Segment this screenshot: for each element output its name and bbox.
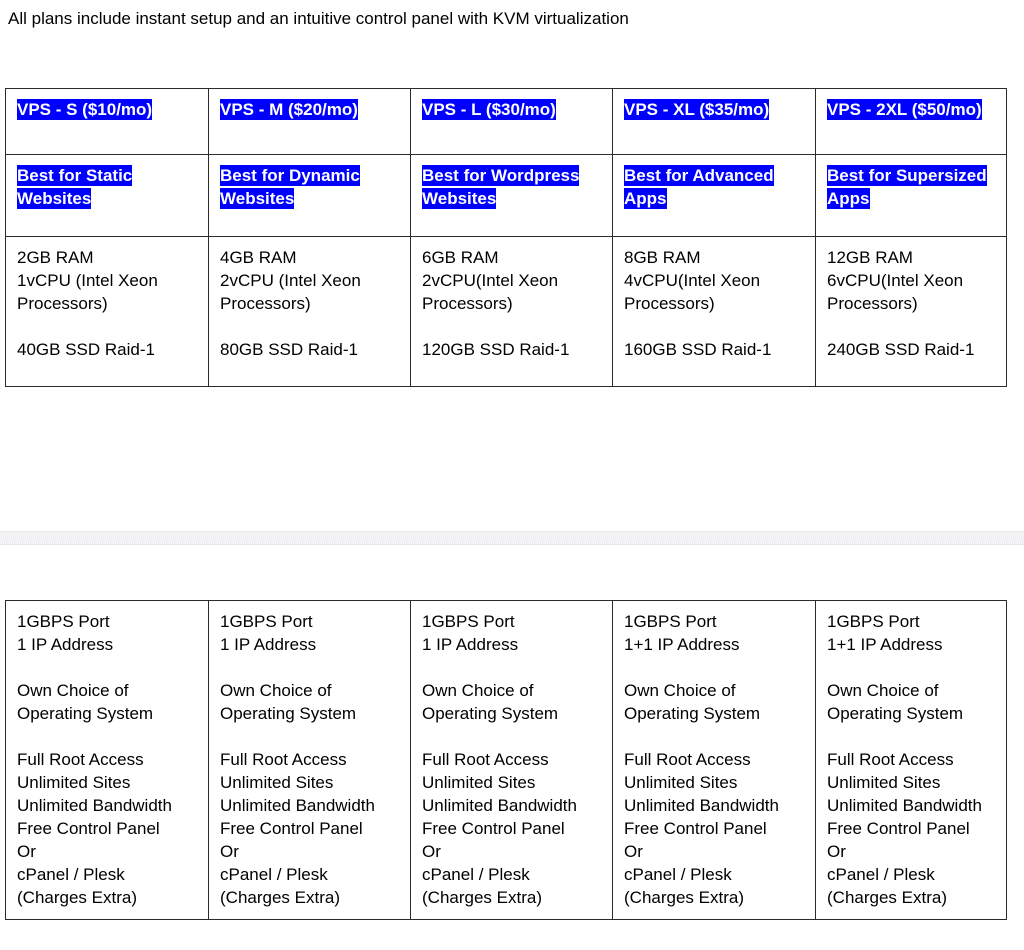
specs-1: 2GB RAM 1vCPU (Intel Xeon Processors) xyxy=(17,248,158,313)
best-for-cell-2: Best for Dynamic Websites xyxy=(208,154,411,237)
features-cell-1: 1GBPS Port 1 IP Address Own Choice of Op… xyxy=(5,600,209,920)
best-for-5: Best for Supersized Apps xyxy=(827,165,987,209)
features-cell-5: 1GBPS Port 1+1 IP Address Own Choice of … xyxy=(815,600,1007,920)
best-for-cell-3: Best for Wordpress Websites xyxy=(410,154,613,237)
feature-list-4: Full Root Access Unlimited Sites Unlimit… xyxy=(624,750,779,907)
table-row-features: 1GBPS Port 1 IP Address Own Choice of Op… xyxy=(5,600,1007,920)
storage-5: 240GB SSD Raid-1 xyxy=(827,340,975,359)
network-4: 1GBPS Port 1+1 IP Address xyxy=(624,612,740,654)
plan-title-1: VPS - S ($10/mo) xyxy=(17,99,153,120)
plan-title-3: VPS - L ($30/mo) xyxy=(422,99,556,120)
network-5: 1GBPS Port 1+1 IP Address xyxy=(827,612,943,654)
plan-title-4: VPS - XL ($35/mo) xyxy=(624,99,770,120)
network-2: 1GBPS Port 1 IP Address xyxy=(220,612,317,654)
network-1: 1GBPS Port 1 IP Address xyxy=(17,612,114,654)
best-for-cell-5: Best for Supersized Apps xyxy=(815,154,1007,237)
plan-title-cell-4: VPS - XL ($35/mo) xyxy=(612,88,816,155)
specs-4: 8GB RAM 4vCPU(Intel Xeon Processors) xyxy=(624,248,761,313)
specs-5: 12GB RAM 6vCPU(Intel Xeon Processors) xyxy=(827,248,964,313)
features-cell-3: 1GBPS Port 1 IP Address Own Choice of Op… xyxy=(410,600,613,920)
storage-4: 160GB SSD Raid-1 xyxy=(624,340,772,359)
os-4: Own Choice of Operating System xyxy=(624,681,761,723)
feature-list-2: Full Root Access Unlimited Sites Unlimit… xyxy=(220,750,375,907)
plan-title-cell-5: VPS - 2XL ($50/mo) xyxy=(815,88,1007,155)
plan-title-5: VPS - 2XL ($50/mo) xyxy=(827,99,982,120)
table-row-best-for: Best for Static Websites Best for Dynami… xyxy=(5,154,1007,237)
best-for-3: Best for Wordpress Websites xyxy=(422,165,580,209)
feature-list-5: Full Root Access Unlimited Sites Unlimit… xyxy=(827,750,982,907)
plan-title-cell-2: VPS - M ($20/mo) xyxy=(208,88,411,155)
specs-cell-2: 4GB RAM 2vCPU (Intel Xeon Processors) 80… xyxy=(208,236,411,387)
page-break-separator xyxy=(0,531,1024,545)
document-page: All plans include instant setup and an i… xyxy=(0,0,1024,950)
os-5: Own Choice of Operating System xyxy=(827,681,964,723)
best-for-cell-4: Best for Advanced Apps xyxy=(612,154,816,237)
specs-cell-4: 8GB RAM 4vCPU(Intel Xeon Processors) 160… xyxy=(612,236,816,387)
best-for-1: Best for Static Websites xyxy=(17,165,133,209)
feature-list-1: Full Root Access Unlimited Sites Unlimit… xyxy=(17,750,172,907)
page-break-hairline xyxy=(0,537,1024,539)
table-row-specs: 2GB RAM 1vCPU (Intel Xeon Processors) 40… xyxy=(5,236,1007,387)
specs-2: 4GB RAM 2vCPU (Intel Xeon Processors) xyxy=(220,248,361,313)
feature-list-3: Full Root Access Unlimited Sites Unlimit… xyxy=(422,750,577,907)
plan-title-cell-1: VPS - S ($10/mo) xyxy=(5,88,209,155)
network-3: 1GBPS Port 1 IP Address xyxy=(422,612,519,654)
best-for-4: Best for Advanced Apps xyxy=(624,165,774,209)
os-2: Own Choice of Operating System xyxy=(220,681,357,723)
table-row-plan-title: VPS - S ($10/mo) VPS - M ($20/mo) VPS - … xyxy=(5,88,1007,155)
specs-3: 6GB RAM 2vCPU(Intel Xeon Processors) xyxy=(422,248,559,313)
specs-cell-1: 2GB RAM 1vCPU (Intel Xeon Processors) 40… xyxy=(5,236,209,387)
best-for-cell-1: Best for Static Websites xyxy=(5,154,209,237)
storage-2: 80GB SSD Raid-1 xyxy=(220,340,358,359)
features-cell-4: 1GBPS Port 1+1 IP Address Own Choice of … xyxy=(612,600,816,920)
specs-cell-5: 12GB RAM 6vCPU(Intel Xeon Processors) 24… xyxy=(815,236,1007,387)
os-1: Own Choice of Operating System xyxy=(17,681,154,723)
best-for-2: Best for Dynamic Websites xyxy=(220,165,360,209)
intro-paragraph: All plans include instant setup and an i… xyxy=(8,9,629,28)
plan-title-2: VPS - M ($20/mo) xyxy=(220,99,358,120)
features-cell-2: 1GBPS Port 1 IP Address Own Choice of Op… xyxy=(208,600,411,920)
vps-plans-table-bottom: 1GBPS Port 1 IP Address Own Choice of Op… xyxy=(5,600,1007,920)
os-3: Own Choice of Operating System xyxy=(422,681,559,723)
specs-cell-3: 6GB RAM 2vCPU(Intel Xeon Processors) 120… xyxy=(410,236,613,387)
storage-3: 120GB SSD Raid-1 xyxy=(422,340,570,359)
plan-title-cell-3: VPS - L ($30/mo) xyxy=(410,88,613,155)
vps-plans-table-top: VPS - S ($10/mo) VPS - M ($20/mo) VPS - … xyxy=(5,88,1007,387)
storage-1: 40GB SSD Raid-1 xyxy=(17,340,155,359)
